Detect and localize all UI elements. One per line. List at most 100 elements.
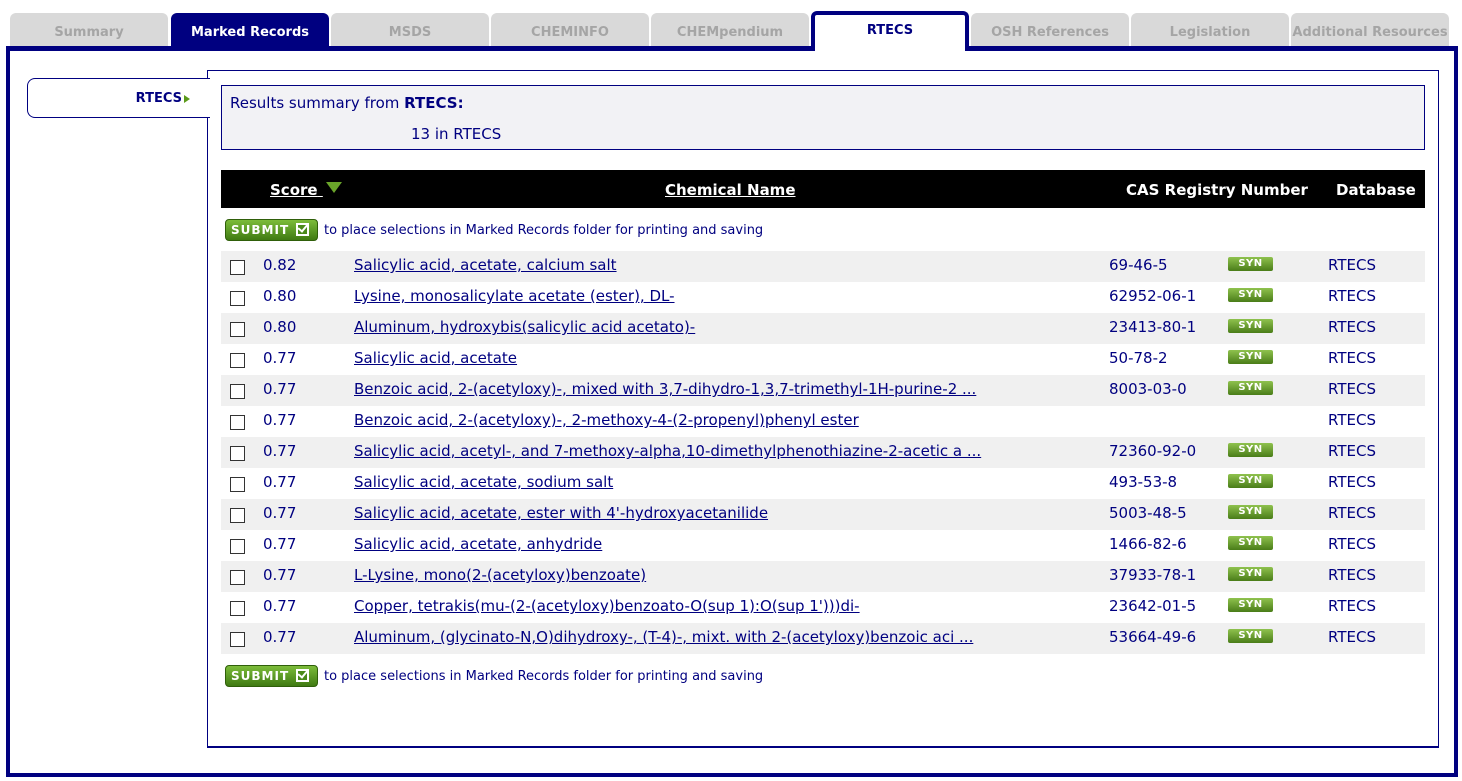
checkbox-checked-icon: [296, 669, 309, 682]
tab-osh-references[interactable]: OSH References: [971, 13, 1129, 46]
row-database: RTECS: [1328, 504, 1376, 522]
synonyms-button[interactable]: SYN: [1228, 598, 1273, 612]
row-checkbox[interactable]: [230, 570, 245, 585]
row-score: 0.77: [263, 442, 297, 460]
row-score: 0.77: [263, 411, 297, 429]
table-row: 0.80 Aluminum, hydroxybis(salicylic acid …: [221, 313, 1425, 344]
chemical-name-link[interactable]: L-Lysine, mono(2-(acetyloxy)benzoate): [354, 566, 646, 584]
submit-instructions: to place selections in Marked Records fo…: [324, 223, 764, 238]
row-checkbox[interactable]: [230, 601, 245, 616]
row-cas-number: 23642-01-5: [1109, 597, 1197, 615]
synonyms-button[interactable]: SYN: [1228, 350, 1273, 364]
synonyms-button[interactable]: SYN: [1228, 319, 1273, 333]
tab-additional-resources[interactable]: Additional Resources: [1291, 13, 1449, 46]
synonyms-button[interactable]: SYN: [1228, 536, 1273, 550]
row-checkbox[interactable]: [230, 446, 245, 461]
row-score: 0.77: [263, 597, 297, 615]
row-database: RTECS: [1328, 318, 1376, 336]
row-score: 0.77: [263, 504, 297, 522]
row-database: RTECS: [1328, 287, 1376, 305]
row-checkbox[interactable]: [230, 508, 245, 523]
tab-summary[interactable]: Summary: [10, 13, 168, 46]
row-checkbox[interactable]: [230, 353, 245, 368]
row-checkbox[interactable]: [230, 539, 245, 554]
row-score: 0.80: [263, 287, 297, 305]
row-checkbox[interactable]: [230, 322, 245, 337]
chemical-name-link[interactable]: Salicylic acid, acetate, anhydride: [354, 535, 602, 553]
table-row: 0.77 Aluminum, (glycinato-N,O)dihydroxy-,…: [221, 623, 1425, 654]
synonyms-button[interactable]: SYN: [1228, 257, 1273, 271]
row-checkbox[interactable]: [230, 384, 245, 399]
row-database: RTECS: [1328, 535, 1376, 553]
row-database: RTECS: [1328, 349, 1376, 367]
chemical-name-link[interactable]: Aluminum, hydroxybis(salicylic acid acet…: [354, 318, 695, 336]
row-database: RTECS: [1328, 256, 1376, 274]
tab-marked-records[interactable]: Marked Records: [171, 13, 329, 46]
row-checkbox[interactable]: [230, 477, 245, 492]
tab-legislation[interactable]: Legislation: [1131, 13, 1289, 46]
row-cas-number: 8003-03-0: [1109, 380, 1187, 398]
row-database: RTECS: [1328, 442, 1376, 460]
table-row: 0.77 Salicylic acid, acetate, sodium salt…: [221, 468, 1425, 499]
submit-button-bottom[interactable]: SUBMIT: [225, 665, 318, 687]
chemical-name-link[interactable]: Salicylic acid, acetate: [354, 349, 517, 367]
sidebar-item-rtecs[interactable]: RTECS: [27, 78, 210, 118]
row-score: 0.77: [263, 380, 297, 398]
row-score: 0.77: [263, 473, 297, 491]
tab-msds[interactable]: MSDS: [331, 13, 489, 46]
row-cas-number: 53664-49-6: [1109, 628, 1197, 646]
arrow-right-icon: [184, 95, 190, 103]
row-score: 0.77: [263, 349, 297, 367]
chemical-name-link[interactable]: Salicylic acid, acetate, ester with 4'-h…: [354, 504, 768, 522]
row-cas-number: 37933-78-1: [1109, 566, 1197, 584]
row-checkbox[interactable]: [230, 291, 245, 306]
synonyms-button[interactable]: SYN: [1228, 288, 1273, 302]
submit-button-top[interactable]: SUBMIT: [225, 219, 318, 241]
chemical-name-header[interactable]: Chemical Name: [665, 181, 796, 199]
row-checkbox[interactable]: [230, 632, 245, 647]
row-score: 0.77: [263, 628, 297, 646]
chemical-name-link[interactable]: Benzoic acid, 2-(acetyloxy)-, mixed with…: [354, 380, 976, 398]
chemical-name-link[interactable]: Copper, tetrakis(mu-(2-(acetyloxy)benzoa…: [354, 597, 860, 615]
row-database: RTECS: [1328, 380, 1376, 398]
row-cas-number: 69-46-5: [1109, 256, 1168, 274]
row-cas-number: 62952-06-1: [1109, 287, 1197, 305]
tab-rtecs[interactable]: RTECS: [811, 11, 969, 51]
table-row: 0.77 Salicylic acid, acetate, anhydride 14…: [221, 530, 1425, 561]
synonyms-button[interactable]: SYN: [1228, 567, 1273, 581]
row-database: RTECS: [1328, 473, 1376, 491]
score-sort-header[interactable]: Score: [270, 181, 342, 199]
results-table: 0.82 Salicylic acid, acetate, calcium sal…: [221, 251, 1425, 654]
tab-cheminfo[interactable]: CHEMINFO: [491, 13, 649, 46]
chemical-name-link[interactable]: Salicylic acid, acetyl-, and 7-methoxy-a…: [354, 442, 981, 460]
chemical-name-link[interactable]: Salicylic acid, acetate, sodium salt: [354, 473, 613, 491]
chemical-name-link[interactable]: Lysine, monosalicylate acetate (ester), …: [354, 287, 675, 305]
row-cas-number: 23413-80-1: [1109, 318, 1197, 336]
synonyms-button[interactable]: SYN: [1228, 474, 1273, 488]
table-row: 0.80 Lysine, monosalicylate acetate (este…: [221, 282, 1425, 313]
row-checkbox[interactable]: [230, 415, 245, 430]
results-summary: Results summary from RTECS: 13 in RTECS: [221, 85, 1425, 150]
row-checkbox[interactable]: [230, 260, 245, 275]
chemical-name-link[interactable]: Salicylic acid, acetate, calcium salt: [354, 256, 617, 274]
tab-bar: Summary Marked Records MSDS CHEMINFO CHE…: [0, 0, 1462, 51]
row-cas-number: 5003-48-5: [1109, 504, 1187, 522]
table-row: 0.77 Benzoic acid, 2-(acetyloxy)-, 2-meth…: [221, 406, 1425, 437]
table-row: 0.77 Benzoic acid, 2-(acetyloxy)-, mixed …: [221, 375, 1425, 406]
row-database: RTECS: [1328, 411, 1376, 429]
sidebar-item-label: RTECS: [135, 90, 182, 106]
synonyms-button[interactable]: SYN: [1228, 443, 1273, 457]
summary-count: 13 in RTECS: [411, 125, 502, 143]
synonyms-button[interactable]: SYN: [1228, 381, 1273, 395]
row-database: RTECS: [1328, 597, 1376, 615]
synonyms-button[interactable]: SYN: [1228, 629, 1273, 643]
chemical-name-link[interactable]: Aluminum, (glycinato-N,O)dihydroxy-, (T-…: [354, 628, 973, 646]
row-cas-number: 50-78-2: [1109, 349, 1168, 367]
chemical-name-link[interactable]: Benzoic acid, 2-(acetyloxy)-, 2-methoxy-…: [354, 411, 859, 429]
cas-header: CAS Registry Number: [1126, 181, 1308, 199]
tab-chempendium[interactable]: CHEMpendium: [651, 13, 809, 46]
row-database: RTECS: [1328, 628, 1376, 646]
synonyms-button[interactable]: SYN: [1228, 505, 1273, 519]
table-row: 0.77 Salicylic acid, acetate, ester with …: [221, 499, 1425, 530]
table-row: 0.77 L-Lysine, mono(2-(acetyloxy)benzoate…: [221, 561, 1425, 592]
